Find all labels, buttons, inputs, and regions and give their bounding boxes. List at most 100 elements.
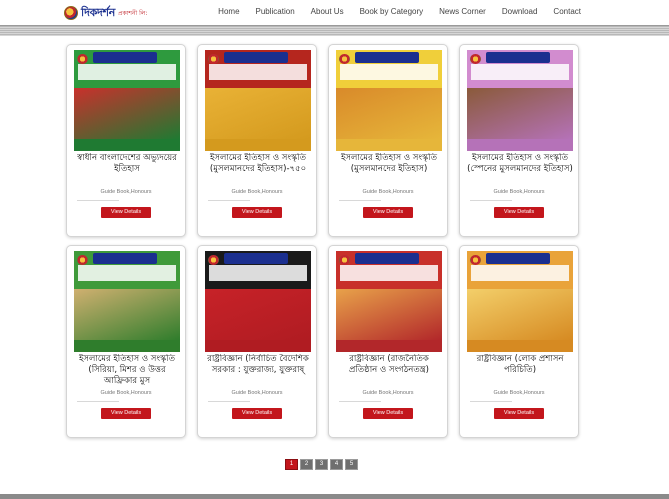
cover-artwork [205, 289, 311, 340]
book-category: Guide Book,Honours [100, 390, 152, 396]
book-title[interactable]: ইসলামের ইতিহাস ও সংস্কৃতি (মুসলমানদের ইত… [204, 153, 312, 191]
book-category: Guide Book,Honours [493, 189, 545, 195]
cover-footer-strip [205, 138, 311, 151]
footer-bar [0, 494, 669, 499]
nav-download[interactable]: Download [502, 7, 538, 16]
book-category: Guide Book,Honours [100, 189, 152, 195]
book-category: Guide Book,Honours [362, 390, 414, 396]
cover-footer-strip [336, 138, 442, 151]
book-title[interactable]: ইসলামের ইতিহাস ও সংস্কৃতি (স্পেনের মুসলম… [466, 153, 574, 191]
cover-footer-strip [74, 138, 180, 151]
cover-emblem-icon [470, 54, 481, 65]
cover-footer-strip [467, 339, 573, 352]
book-cover-image[interactable] [336, 50, 442, 151]
cover-title-band [209, 64, 307, 81]
cover-emblem-icon [208, 255, 219, 266]
book-cover-image[interactable] [74, 251, 180, 352]
book-title[interactable]: রাষ্ট্রবিজ্ঞান (রাজনৈতিক প্রতিষ্ঠান ও সং… [335, 354, 443, 392]
page-link-5[interactable]: 5 [345, 459, 358, 470]
book-cover-image[interactable] [467, 251, 573, 352]
nav-home[interactable]: Home [218, 7, 239, 16]
cover-emblem-icon [339, 255, 350, 266]
cover-footer-strip [74, 339, 180, 352]
cover-publisher-logo [486, 253, 550, 265]
card-divider [208, 200, 250, 201]
pagination: 12345 [285, 459, 358, 470]
cover-publisher-logo [224, 253, 288, 265]
cover-artwork [74, 289, 180, 340]
book-card[interactable]: স্বাধীন বাংলাদেশের অভ্যুদয়ের ইতিহাস Gui… [66, 44, 186, 237]
page-link-3[interactable]: 3 [315, 459, 328, 470]
cover-artwork [467, 289, 573, 340]
card-divider [470, 200, 512, 201]
book-title[interactable]: ইসলামের ইতিহাস ও সংস্কৃতি (মুসলমানদের ইত… [335, 153, 443, 191]
cover-title-band [209, 265, 307, 282]
book-cover-image[interactable] [74, 50, 180, 151]
book-card[interactable]: রাষ্ট্রবিজ্ঞান (লোক প্রশাসন পরিচিতি) Gui… [459, 245, 579, 438]
cover-publisher-logo [93, 253, 157, 265]
cover-artwork [336, 289, 442, 340]
book-title[interactable]: স্বাধীন বাংলাদেশের অভ্যুদয়ের ইতিহাস [73, 153, 181, 191]
view-details-button[interactable]: View Details [363, 408, 413, 419]
book-category: Guide Book,Honours [362, 189, 414, 195]
cover-publisher-logo [355, 253, 419, 265]
card-divider [339, 200, 381, 201]
cover-emblem-icon [339, 54, 350, 65]
page-link-1[interactable]: 1 [285, 459, 298, 470]
book-title[interactable]: রাষ্ট্রবিজ্ঞান (লোক প্রশাসন পরিচিতি) [466, 354, 574, 392]
cover-publisher-logo [355, 52, 419, 64]
book-card[interactable]: রাষ্ট্রবিজ্ঞান (রাজনৈতিক প্রতিষ্ঠান ও সং… [328, 245, 448, 438]
header-stripe-band [0, 25, 669, 36]
book-cover-image[interactable] [205, 50, 311, 151]
view-details-button[interactable]: View Details [101, 207, 151, 218]
cover-title-band [340, 64, 438, 81]
view-details-button[interactable]: View Details [363, 207, 413, 218]
book-title[interactable]: রাষ্ট্রবিজ্ঞান (নির্বাচিত বৈদেশিক সরকার … [204, 354, 312, 392]
cover-artwork [74, 88, 180, 139]
page-link-4[interactable]: 4 [330, 459, 343, 470]
site-logo[interactable]: দিকদর্শন প্রকাশনী লি: [64, 4, 147, 22]
book-category: Guide Book,Honours [231, 390, 283, 396]
nav-news-corner[interactable]: News Corner [439, 7, 486, 16]
book-cover-image[interactable] [205, 251, 311, 352]
view-details-button[interactable]: View Details [232, 408, 282, 419]
cover-artwork [205, 88, 311, 139]
card-divider [77, 200, 119, 201]
nav-about-us[interactable]: About Us [311, 7, 344, 16]
view-details-button[interactable]: View Details [101, 408, 151, 419]
main-nav: Home Publication About Us Book by Catego… [218, 7, 581, 16]
book-card[interactable]: ইসলামের ইতিহাস ও সংস্কৃতি (মুসলমানদের ইত… [197, 44, 317, 237]
cover-publisher-logo [224, 52, 288, 64]
cover-artwork [467, 88, 573, 139]
cover-artwork [336, 88, 442, 139]
nav-book-by-category[interactable]: Book by Category [360, 7, 424, 16]
cover-publisher-logo [486, 52, 550, 64]
view-details-button[interactable]: View Details [494, 207, 544, 218]
book-cover-image[interactable] [336, 251, 442, 352]
card-divider [208, 401, 250, 402]
view-details-button[interactable]: View Details [232, 207, 282, 218]
logo-emblem-icon [64, 6, 78, 20]
nav-publication[interactable]: Publication [256, 7, 295, 16]
book-cover-image[interactable] [467, 50, 573, 151]
view-details-button[interactable]: View Details [494, 408, 544, 419]
cover-title-band [78, 265, 176, 282]
book-card[interactable]: রাষ্ট্রবিজ্ঞান (নির্বাচিত বৈদেশিক সরকার … [197, 245, 317, 438]
cover-title-band [78, 64, 176, 81]
nav-contact[interactable]: Contact [553, 7, 581, 16]
page-link-2[interactable]: 2 [300, 459, 313, 470]
cover-emblem-icon [77, 54, 88, 65]
book-category: Guide Book,Honours [493, 390, 545, 396]
book-title[interactable]: ইসলামের ইতিহাস ও সংস্কৃতি (সিরিয়া, মিশর… [73, 354, 181, 392]
cover-title-band [471, 64, 569, 81]
book-card[interactable]: ইসলামের ইতিহাস ও সংস্কৃতি (মুসলমানদের ইত… [328, 44, 448, 237]
cover-footer-strip [205, 339, 311, 352]
book-category: Guide Book,Honours [231, 189, 283, 195]
cover-publisher-logo [93, 52, 157, 64]
book-card[interactable]: ইসলামের ইতিহাস ও সংস্কৃতি (স্পেনের মুসলম… [459, 44, 579, 237]
cover-emblem-icon [208, 54, 219, 65]
book-card[interactable]: ইসলামের ইতিহাস ও সংস্কৃতি (সিরিয়া, মিশর… [66, 245, 186, 438]
cover-emblem-icon [77, 255, 88, 266]
logo-subtext: প্রকাশনী লি: [117, 10, 148, 17]
cover-emblem-icon [470, 255, 481, 266]
